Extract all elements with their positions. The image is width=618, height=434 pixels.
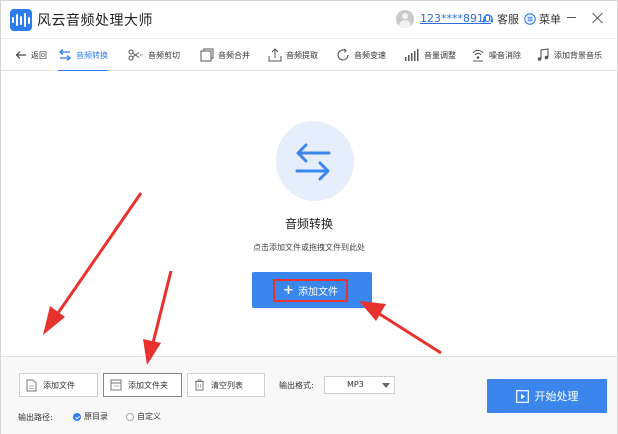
start-process-label: 开始处理: [534, 390, 579, 403]
path-option-custom[interactable]: 自定义: [126, 411, 161, 422]
output-path-label: 输出路径:: [18, 413, 53, 422]
extract-icon: [268, 48, 282, 62]
merge-icon: [200, 48, 214, 62]
path-option-original[interactable]: 原目录: [73, 411, 108, 422]
drop-zone[interactable]: 音频转换 点击添加文件或拖拽文件到此处 + 添加文件: [1, 71, 617, 356]
tab-label: 音频变速: [354, 50, 386, 60]
add-file-small-button[interactable]: 添加文件: [19, 373, 98, 397]
drop-hint: 点击添加文件或拖拽文件到此处: [253, 243, 365, 252]
output-format-value: MP3: [347, 380, 364, 389]
menu-icon: [524, 13, 536, 25]
tab-audio-extract[interactable]: 音频提取: [268, 39, 318, 71]
chevron-down-icon: [382, 383, 390, 388]
tab-volume-adjust[interactable]: 音量调整: [404, 39, 456, 71]
back-button[interactable]: 返回: [15, 39, 47, 71]
tab-label: 音频合并: [218, 50, 250, 60]
add-folder-label: 添加文件夹: [128, 380, 168, 390]
add-file-text: 添加文件: [297, 287, 338, 298]
tab-audio-convert[interactable]: 音频转换: [58, 39, 108, 72]
volume-icon: [405, 49, 419, 61]
tab-label: 音量调整: [424, 50, 456, 60]
radio-checked-icon: [73, 412, 81, 421]
user-avatar-icon[interactable]: [396, 10, 414, 28]
headset-icon: [483, 14, 493, 23]
play-icon: [515, 389, 529, 403]
radio-label: 原目录: [84, 412, 108, 421]
output-format-select[interactable]: MP3: [324, 376, 395, 394]
customer-service-button[interactable]: 客服: [482, 11, 519, 27]
radio-unchecked-icon: [126, 412, 134, 421]
tab-audio-merge[interactable]: 音频合并: [200, 39, 250, 71]
music-note-icon: [537, 48, 549, 61]
trash-icon: [195, 379, 204, 391]
noise-icon: [472, 49, 484, 62]
tab-add-background-music[interactable]: 添加背景音乐: [536, 39, 602, 71]
app-window: 风云音频处理大师 123****8910 客服 菜单 返回 音频转换 音频剪切 …: [0, 0, 618, 434]
plus-icon: +: [283, 283, 294, 298]
tab-noise-removal[interactable]: 噪音消除: [471, 39, 521, 71]
file-icon: [26, 379, 37, 391]
app-title: 风云音频处理大师: [37, 13, 153, 29]
back-label: 返回: [31, 50, 47, 60]
convert-icon: [58, 49, 72, 61]
app-logo-icon: [10, 9, 32, 31]
add-file-label: 添加文件: [43, 380, 75, 390]
add-folder-button[interactable]: 添加文件夹: [103, 373, 182, 397]
tab-label: 音频提取: [286, 50, 318, 60]
clear-list-button[interactable]: 清空列表: [187, 373, 265, 397]
tab-label: 音频剪切: [148, 50, 180, 60]
convert-icon: [295, 143, 331, 181]
back-arrow-icon: [15, 51, 26, 59]
tab-label: 噪音消除: [489, 50, 521, 60]
user-id-link[interactable]: 123****8910: [420, 12, 491, 25]
start-process-button[interactable]: 开始处理: [487, 379, 607, 413]
radio-label: 自定义: [137, 412, 161, 421]
close-button[interactable]: [592, 12, 604, 24]
feature-toolbar: 返回 音频转换 音频剪切 音频合并 音频提取 音频变速 音量调整 噪音消除 添加…: [1, 38, 617, 72]
title-bar: 风云音频处理大师 123****8910 客服 菜单: [1, 1, 617, 38]
tab-audio-cut[interactable]: 音频剪切: [128, 39, 180, 71]
clear-list-label: 清空列表: [211, 380, 243, 390]
scissors-icon: [128, 49, 143, 61]
tab-label: 添加背景音乐: [554, 50, 602, 60]
customer-service-label: 客服: [497, 13, 519, 26]
menu-label: 菜单: [539, 13, 561, 26]
menu-button[interactable]: 菜单: [524, 11, 561, 27]
add-file-button-label[interactable]: + 添加文件: [273, 279, 348, 302]
output-format-label: 输出格式:: [279, 381, 314, 390]
speed-icon: [337, 48, 349, 61]
folder-icon: [110, 379, 122, 391]
page-title: 音频转换: [284, 217, 333, 231]
tab-audio-speed[interactable]: 音频变速: [336, 39, 386, 71]
bottom-panel: 添加文件 添加文件夹 清空列表 输出格式: MP3 输出路径: 原目录 自定义 …: [1, 356, 617, 434]
tab-label: 音频转换: [76, 50, 108, 60]
minimize-button[interactable]: [567, 17, 576, 18]
